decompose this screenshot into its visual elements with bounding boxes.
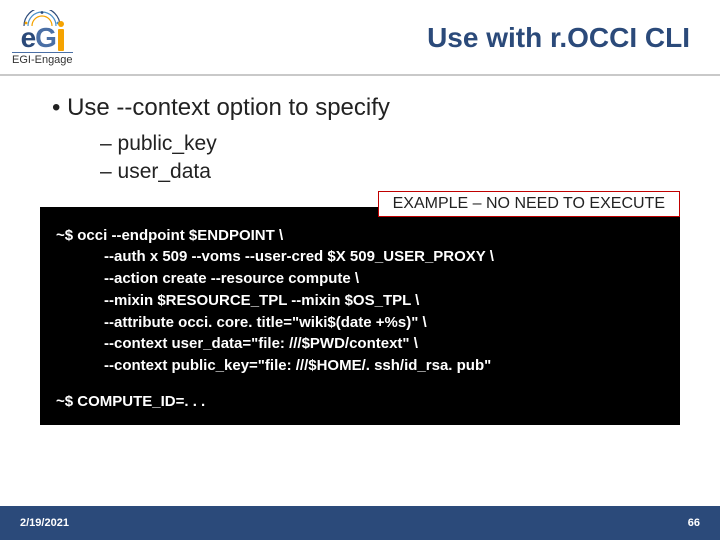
- header-divider: [0, 74, 720, 76]
- terminal-line: --action create --resource compute \: [56, 268, 664, 290]
- example-tag: EXAMPLE – NO NEED TO EXECUTE: [378, 191, 680, 217]
- terminal-line: --context public_key="file: ///$HOME/. s…: [56, 355, 664, 377]
- bullet-main: • Use --context option to specify: [40, 94, 680, 122]
- example-tag-row: EXAMPLE – NO NEED TO EXECUTE: [40, 191, 680, 217]
- slide-footer: 2/19/2021 66: [0, 506, 720, 540]
- terminal-line: --context user_data="file: ///$PWD/conte…: [56, 333, 664, 355]
- logo-subtext: EGI-Engage: [12, 52, 73, 66]
- terminal-line: ~$ COMPUTE_ID=. . .: [56, 391, 664, 413]
- egi-logo: eG EGI-Engage: [12, 10, 73, 66]
- terminal-line: --attribute occi. core. title="wiki$(dat…: [56, 312, 664, 334]
- slide-header: eG EGI-Engage Use with r.OCCI CLI: [0, 0, 720, 70]
- slide-body: • Use --context option to specify – publ…: [0, 94, 720, 425]
- logo-text: eG: [21, 22, 64, 54]
- terminal-line: ~$ occi --endpoint $ENDPOINT \: [56, 225, 664, 247]
- footer-page: 66: [688, 517, 700, 529]
- bullet-sub-2: – user_data: [40, 158, 680, 186]
- terminal-line: --auth x 509 --voms --user-cred $X 509_U…: [56, 246, 664, 268]
- terminal-line: --mixin $RESOURCE_TPL --mixin $OS_TPL \: [56, 290, 664, 312]
- bullet-sub-1: – public_key: [40, 130, 680, 158]
- slide-title: Use with r.OCCI CLI: [427, 22, 690, 54]
- terminal-block: ~$ occi --endpoint $ENDPOINT \ --auth x …: [40, 207, 680, 425]
- footer-date: 2/19/2021: [20, 517, 69, 529]
